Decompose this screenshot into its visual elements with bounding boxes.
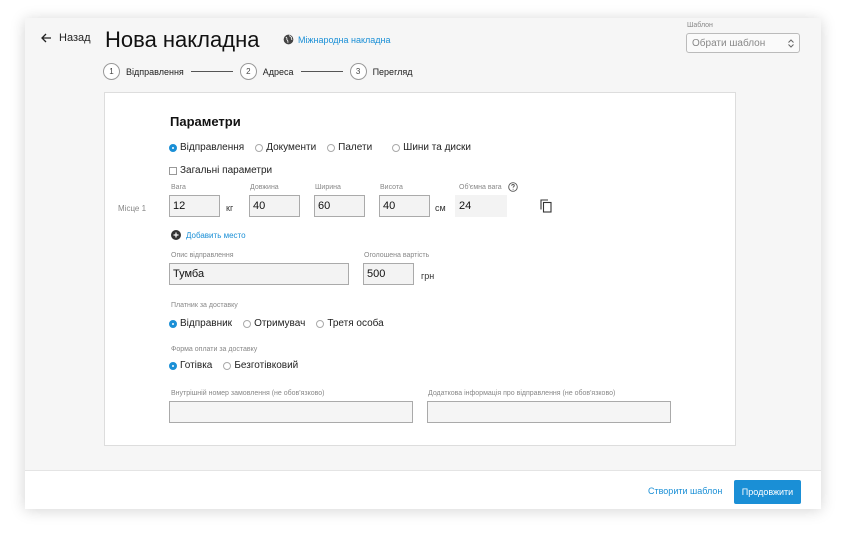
- international-waybill-link[interactable]: Міжнародна накладна: [283, 34, 391, 45]
- length-input[interactable]: 40: [249, 195, 300, 217]
- radio-circle: [316, 319, 325, 328]
- arrow-left-icon: [41, 33, 51, 43]
- place-label: Місце 1: [118, 204, 147, 213]
- currency-unit: грн: [421, 271, 435, 281]
- radio-circle: [392, 143, 401, 152]
- order-number-label: Внутрішній номер замовлення (не обов'язк…: [171, 390, 325, 397]
- type-radio-documents[interactable]: Документи: [255, 142, 316, 153]
- step-divider: [190, 71, 233, 72]
- general-params-checkbox[interactable]: Загальні параметри: [169, 165, 272, 176]
- radio-circle: [223, 361, 232, 370]
- step-3-label: Перегляд: [372, 66, 413, 77]
- stepper: 1 Відправлення 2 Адреса 3 Перегляд: [103, 63, 413, 80]
- payment-option-label: Безготівковий: [234, 360, 299, 371]
- radio-circle: [169, 143, 177, 152]
- description-input[interactable]: Тумба: [169, 263, 349, 285]
- app-window: Назад Нова накладна Міжнародна накладна …: [25, 18, 821, 509]
- international-waybill-label: Міжнародна накладна: [298, 34, 391, 45]
- payer-option-label: Відправник: [180, 318, 233, 329]
- step-2-label: Адреса: [262, 66, 294, 77]
- step-1-label: Відправлення: [126, 66, 184, 77]
- payer-radio-recipient[interactable]: Отримувач: [243, 318, 305, 329]
- height-input[interactable]: 40: [379, 195, 430, 217]
- checkbox-box: [169, 166, 177, 175]
- help-icon[interactable]: [508, 182, 518, 192]
- payment-group: Готівка Безготівковий: [169, 360, 309, 371]
- form-card: Параметри Відправлення Документи Палети …: [104, 92, 736, 446]
- type-label: Документи: [266, 142, 317, 153]
- step-3-number: 3: [349, 63, 367, 80]
- type-label: Палети: [338, 142, 373, 153]
- add-place-button[interactable]: Добавить место: [171, 230, 246, 240]
- type-radio-pallets[interactable]: Палети: [327, 142, 372, 153]
- payer-group: Відправник Отримувач Третя особа: [169, 318, 395, 329]
- continue-button[interactable]: Продовжити: [734, 480, 801, 504]
- general-params-label: Загальні параметри: [180, 165, 273, 176]
- plus-circle-icon: [171, 230, 181, 240]
- radio-circle: [255, 143, 264, 152]
- declared-value-label: Оголошена вартість: [364, 252, 430, 259]
- radio-circle: [327, 143, 336, 152]
- width-label: Ширина: [315, 184, 341, 191]
- globe-icon: [283, 34, 294, 45]
- length-label: Довжина: [250, 184, 279, 191]
- payment-option-label: Готівка: [180, 360, 213, 371]
- additional-info-label: Додаткова інформація про відправлення (н…: [428, 390, 616, 397]
- shipment-type-group: Відправлення Документи Палети Шини та ди…: [169, 142, 482, 153]
- page-title: Нова накладна: [105, 27, 260, 52]
- order-number-input[interactable]: [169, 401, 413, 423]
- description-label: Опис відправлення: [171, 252, 234, 259]
- payer-radio-third-party[interactable]: Третя особа: [316, 318, 384, 329]
- payment-form-label: Форма оплати за доставку: [171, 346, 258, 353]
- template-select[interactable]: Обрати шаблон: [686, 33, 800, 53]
- copy-icon[interactable]: [540, 199, 552, 213]
- back-button[interactable]: Назад: [41, 32, 91, 44]
- step-1-number: 1: [103, 63, 120, 80]
- type-radio-tires[interactable]: Шини та диски: [392, 142, 471, 153]
- step-2-number: 2: [239, 63, 257, 80]
- back-label: Назад: [59, 32, 91, 44]
- weight-unit: кг: [226, 203, 234, 213]
- payer-option-label: Третя особа: [327, 318, 384, 329]
- template-label: Шаблон: [687, 22, 713, 29]
- params-title: Параметри: [170, 114, 241, 129]
- radio-circle: [169, 319, 177, 328]
- type-label: Відправлення: [180, 142, 245, 153]
- step-divider: [300, 71, 343, 72]
- type-label: Шини та диски: [403, 142, 471, 153]
- volume-weight-label: Об'ємна вага: [459, 184, 502, 191]
- height-label: Висота: [380, 184, 403, 191]
- weight-input[interactable]: 12: [169, 195, 220, 217]
- declared-value-input[interactable]: 500: [363, 263, 414, 285]
- size-unit: см: [435, 203, 446, 213]
- payer-radio-sender[interactable]: Відправник: [169, 318, 232, 329]
- type-radio-shipment[interactable]: Відправлення: [169, 142, 244, 153]
- template-select-value: Обрати шаблон: [692, 37, 766, 49]
- payment-radio-cashless[interactable]: Безготівковий: [223, 360, 298, 371]
- add-place-label: Добавить место: [186, 230, 246, 240]
- weight-label: Вага: [171, 184, 186, 191]
- width-input[interactable]: 60: [314, 195, 365, 217]
- payment-radio-cash[interactable]: Готівка: [169, 360, 212, 371]
- volume-weight-value: 24: [455, 195, 507, 217]
- payer-label: Платник за доставку: [171, 302, 238, 309]
- radio-circle: [169, 361, 177, 370]
- select-arrows-icon: [788, 38, 794, 48]
- payer-option-label: Отримувач: [254, 318, 306, 329]
- radio-circle: [243, 319, 252, 328]
- create-template-link[interactable]: Створити шаблон: [648, 486, 722, 496]
- footer-bar: Створити шаблон Продовжити: [25, 470, 821, 509]
- additional-info-input[interactable]: [427, 401, 671, 423]
